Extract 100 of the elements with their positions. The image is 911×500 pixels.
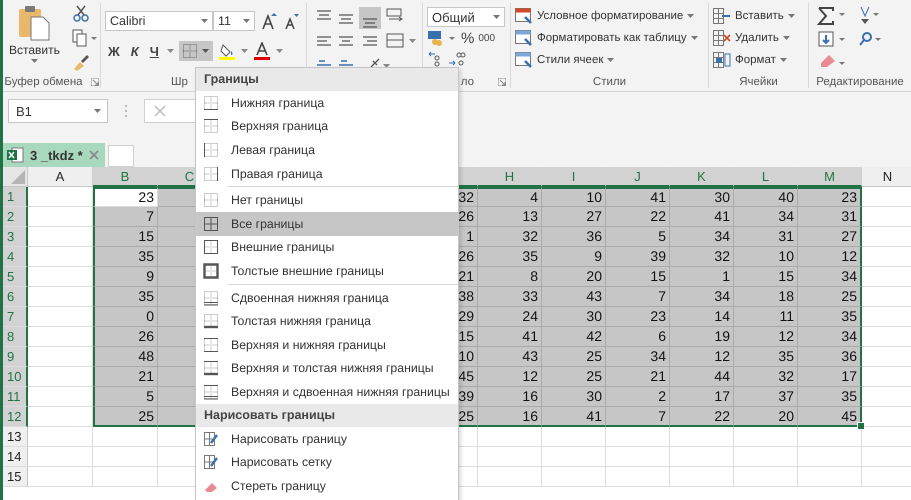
column-header[interactable]: M [798,167,862,187]
column-header[interactable]: N [862,167,911,187]
table-cell: 41 [478,327,542,347]
group-label: Шр [171,76,188,88]
table-cell: 23 [93,187,158,207]
menu-item[interactable]: Все границы [196,212,458,236]
row-header[interactable]: 10 [3,367,28,387]
table-cell: 40 [734,187,798,207]
row-header[interactable]: 4 [3,247,28,267]
row-header[interactable]: 7 [3,307,28,327]
fill-handle[interactable] [857,422,865,430]
table-cell [93,427,158,447]
caret-icon [788,14,795,18]
name-box[interactable]: B1 [8,99,108,123]
caret-icon[interactable] [166,49,174,53]
borders-button[interactable] [178,41,213,61]
column-header[interactable]: J [606,167,670,187]
table-cell: 34 [606,347,670,367]
table-cell: 19 [670,327,734,347]
fill-color-icon[interactable] [218,42,236,60]
copy-icon[interactable] [72,29,98,47]
row-header[interactable]: 13 [3,427,28,447]
menu-item[interactable]: Нарисовать границу [196,426,458,450]
table-cell: 45 [798,407,862,427]
table-cell: 22 [606,207,670,227]
bold-button[interactable]: Ж [105,41,123,61]
border-style-icon [203,192,219,208]
caret-icon[interactable] [276,49,283,53]
group-label: Буфер обмена [4,76,83,88]
menu-item[interactable]: Верхняя граница [196,114,458,138]
table-cell: 10 [542,187,606,207]
table-cell [606,427,670,447]
underline-button[interactable]: Ч [146,41,162,61]
row-header[interactable]: 3 [3,227,28,247]
row-header[interactable]: 9 [3,347,28,367]
group-label: Стили [592,76,626,88]
column-header[interactable]: I [542,167,606,187]
table-cell: 2 [606,387,670,407]
table-cell [798,427,862,447]
table-cell: 35 [478,247,542,267]
row-header[interactable]: 2 [3,207,28,227]
font-name-field[interactable]: Calibri [105,11,213,31]
table-cell: 43 [478,347,542,367]
row-header[interactable]: 1 [3,187,28,207]
caret-icon[interactable] [240,49,248,53]
column-header[interactable]: L [734,167,798,187]
table-cell: 9 [542,247,606,267]
border-style-icon [203,336,219,353]
row-header[interactable]: 12 [3,407,28,427]
column-header[interactable]: B [93,167,158,187]
currency-icon[interactable] [427,29,457,47]
table-cell: 5 [606,227,670,247]
table-style-icon [515,52,533,68]
styles-button[interactable]: Условное форматирование [515,5,704,27]
table-cell: 36 [798,347,862,367]
column-header[interactable]: H [478,167,542,187]
styles-button[interactable]: Стили ячеек [515,49,704,71]
table-cell [670,467,734,487]
row-header[interactable]: 5 [3,267,28,287]
menu-item[interactable]: Нарисовать сетку [196,450,458,474]
table-cell: 15 [734,267,798,287]
percent-button[interactable]: % [461,30,474,46]
table-cell: 33 [478,287,542,307]
cells-button[interactable]: Формат [713,49,804,71]
row-header[interactable]: 6 [3,287,28,307]
cells-button[interactable]: Вставить [713,5,804,27]
table-cell: 4 [478,187,542,207]
workbook-tab[interactable]: 3 _tkdz * [3,143,105,167]
styles-button[interactable]: Форматировать как таблицу [515,27,704,49]
shrink-font-icon[interactable] [283,12,299,30]
caret-icon [30,59,38,63]
menu-item[interactable]: Стереть границу [196,474,458,498]
table-cell: 30 [670,187,734,207]
thousands-button[interactable]: 000 [478,32,496,44]
font-size-field[interactable]: 11 [213,11,255,31]
row-header[interactable]: 11 [3,387,28,407]
table-cell [734,447,798,467]
cells-button[interactable]: Удалить [713,27,804,49]
table-cell [28,327,93,347]
table-cell: 34 [670,227,734,247]
column-header[interactable]: A [28,167,93,187]
launcher-icon[interactable] [498,78,506,86]
row-header[interactable]: 14 [3,447,28,467]
table-cell: 36 [542,227,606,247]
scissors-icon[interactable] [72,5,90,23]
table-cell [28,467,93,487]
paintbrush-icon[interactable] [72,53,90,71]
italic-button[interactable]: К [128,41,142,61]
decimal-places-icon[interactable] [427,49,467,67]
column-header[interactable]: K [670,167,734,187]
font-color-icon[interactable] [252,42,271,60]
spreadsheet-icon [6,147,24,163]
paste-button[interactable]: Вставить [7,3,62,71]
row-header[interactable]: 8 [3,327,28,347]
number-format-field[interactable]: Общий [427,7,505,27]
grow-font-icon[interactable] [261,12,277,30]
menu-item[interactable]: Нижняя граница [196,91,458,115]
menu-item[interactable]: Левая граница [196,138,458,162]
launcher-icon[interactable] [90,78,99,86]
row-header[interactable]: 15 [3,467,28,487]
